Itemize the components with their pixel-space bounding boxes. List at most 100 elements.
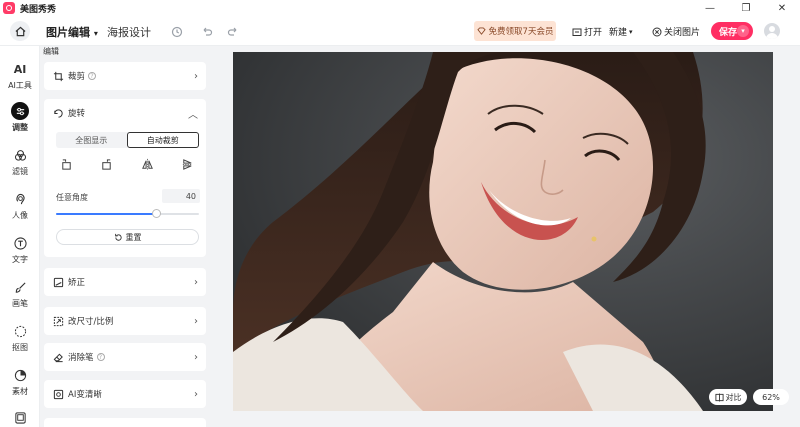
ai-icon: AI <box>13 62 27 76</box>
home-button[interactable] <box>10 21 30 41</box>
free-vip-label: 免费领取7天会员 <box>488 27 554 37</box>
close-image-label: 关闭图片 <box>664 28 701 38</box>
rail-item-label: 画笔 <box>12 299 28 308</box>
adjust-panel: 编辑 裁剪 ? › 旋转 ︿ 全图显示 自动裁剪 任意角度 40 重置 矫正 ›… <box>40 46 212 427</box>
compare-label: 对比 <box>725 392 742 402</box>
app-logo-icon <box>3 2 15 14</box>
chevron-right-icon: › <box>194 276 198 288</box>
crop-card[interactable]: 裁剪 ? › <box>44 62 206 90</box>
reset-label: 重置 <box>125 232 142 242</box>
rail-item-filters[interactable]: 滤镜 <box>0 146 40 177</box>
home-icon <box>15 26 25 36</box>
free-vip-button[interactable]: 免费领取7天会员 <box>474 21 556 41</box>
rail-item-brush[interactable]: 画笔 <box>0 278 40 309</box>
redo-icon[interactable] <box>226 25 240 39</box>
tab-poster-design[interactable]: 海报设计 <box>107 24 151 40</box>
reset-icon <box>114 233 122 241</box>
avatar[interactable] <box>764 23 780 39</box>
chevron-right-icon: › <box>194 315 198 327</box>
rail-item-label: 素材 <box>12 387 28 396</box>
window-controls: — ❐ ✕ <box>692 0 800 16</box>
filter-icon <box>11 146 29 164</box>
crop-mode-toggle: 全图显示 自动裁剪 <box>56 132 199 148</box>
reset-button[interactable]: 重置 <box>56 229 199 245</box>
resize-label: 改尺寸/比例 <box>68 317 114 327</box>
panel-heading: 编辑 <box>43 47 59 56</box>
chevron-up-icon[interactable]: ︿ <box>188 106 198 121</box>
app-name: 美图秀秀 <box>20 4 57 15</box>
help-icon[interactable]: ? <box>88 72 97 80</box>
rail-item-cutout[interactable]: 抠图 <box>0 322 40 353</box>
zoom-level[interactable]: 62% <box>753 389 789 405</box>
rotate-actions <box>54 157 200 171</box>
close-circle-icon <box>652 27 662 36</box>
close-image-button[interactable]: 关闭图片 <box>652 25 700 38</box>
rail-item-materials[interactable]: 素材 <box>0 366 40 397</box>
minimize-button[interactable]: — <box>692 0 728 16</box>
new-label: 新建 <box>609 28 628 38</box>
angle-slider[interactable] <box>56 209 199 218</box>
rail-item-portrait[interactable]: 人像 <box>0 190 40 221</box>
rotate-icon <box>52 107 64 119</box>
portrait-icon <box>11 190 29 208</box>
chevron-right-icon: › <box>194 388 198 400</box>
photo-image[interactable] <box>233 52 773 411</box>
tab-image-edit-label: 图片编辑 <box>46 26 90 39</box>
brush-icon <box>11 278 29 296</box>
frame-icon <box>11 408 29 426</box>
eraser-label: 消除笔 <box>68 353 94 363</box>
compare-icon <box>714 392 724 402</box>
save-button[interactable]: 保存 ▾ <box>711 22 753 40</box>
resize-icon <box>52 315 64 327</box>
rail-item-label: 文字 <box>12 255 28 264</box>
eraser-card[interactable]: 消除笔 ? › <box>44 343 206 371</box>
open-button[interactable]: 打开 <box>572 25 602 38</box>
flip-vertical-icon[interactable] <box>181 157 195 171</box>
adjust-icon <box>11 102 29 120</box>
chevron-down-icon: ▾ <box>629 27 633 36</box>
full-display-option[interactable]: 全图显示 <box>56 132 127 148</box>
tab-image-edit[interactable]: 图片编辑 ▾ <box>46 24 98 40</box>
rail-item-label: 滤镜 <box>12 167 28 176</box>
rail-item-text[interactable]: 文字 <box>0 234 40 265</box>
straighten-label: 矫正 <box>68 278 86 288</box>
rail-item-ai-tools[interactable]: AI AI工具 <box>0 60 40 91</box>
undo-icon[interactable] <box>200 25 214 39</box>
rotate-right-icon[interactable] <box>100 157 114 171</box>
cutout-icon <box>11 322 29 340</box>
resize-card[interactable]: 改尺寸/比例 › <box>44 307 206 335</box>
flip-horizontal-icon[interactable] <box>140 157 154 171</box>
crop-label: 裁剪 <box>68 72 86 82</box>
straighten-card[interactable]: 矫正 › <box>44 268 206 296</box>
rail-item-adjust[interactable]: 调整 <box>0 102 40 133</box>
next-card <box>44 418 206 427</box>
compare-button[interactable]: 对比 <box>709 389 747 405</box>
open-label: 打开 <box>584 28 603 38</box>
eraser-icon <box>52 351 64 363</box>
close-window-button[interactable]: ✕ <box>764 0 800 16</box>
rotate-header[interactable]: 旋转 ︿ <box>44 99 206 127</box>
top-toolbar: 图片编辑 ▾ 海报设计 免费领取7天会员 打开 新建 ▾ 关闭图片 保存 ▾ <box>0 16 800 46</box>
text-icon <box>11 234 29 252</box>
title-bar: 美图秀秀 — ❐ ✕ <box>0 0 800 16</box>
ai-sharpen-icon <box>52 388 64 400</box>
restore-button[interactable]: ❐ <box>728 0 764 16</box>
angle-input[interactable]: 40 <box>162 189 200 203</box>
help-icon[interactable]: ? <box>96 353 105 361</box>
angle-slider-handle[interactable] <box>152 209 162 218</box>
rail-item-label: AI工具 <box>8 81 32 90</box>
canvas-area: 对比 62% <box>212 46 800 427</box>
diamond-icon <box>476 27 486 35</box>
ai-sharpen-card[interactable]: AI变清晰 › <box>44 380 206 408</box>
auto-crop-option[interactable]: 自动裁剪 <box>126 132 199 148</box>
chevron-down-icon[interactable]: ▾ <box>737 25 749 37</box>
save-label: 保存 <box>719 27 738 38</box>
rail-item-frame[interactable] <box>0 408 40 426</box>
rail-item-label: 调整 <box>12 123 28 132</box>
history-icon[interactable] <box>170 25 184 39</box>
new-button[interactable]: 新建 ▾ <box>609 25 633 39</box>
angle-slider-fill <box>56 213 157 215</box>
rotate-label: 旋转 <box>68 109 86 119</box>
chevron-down-icon: ▾ <box>93 29 98 38</box>
rotate-left-icon[interactable] <box>59 157 73 171</box>
